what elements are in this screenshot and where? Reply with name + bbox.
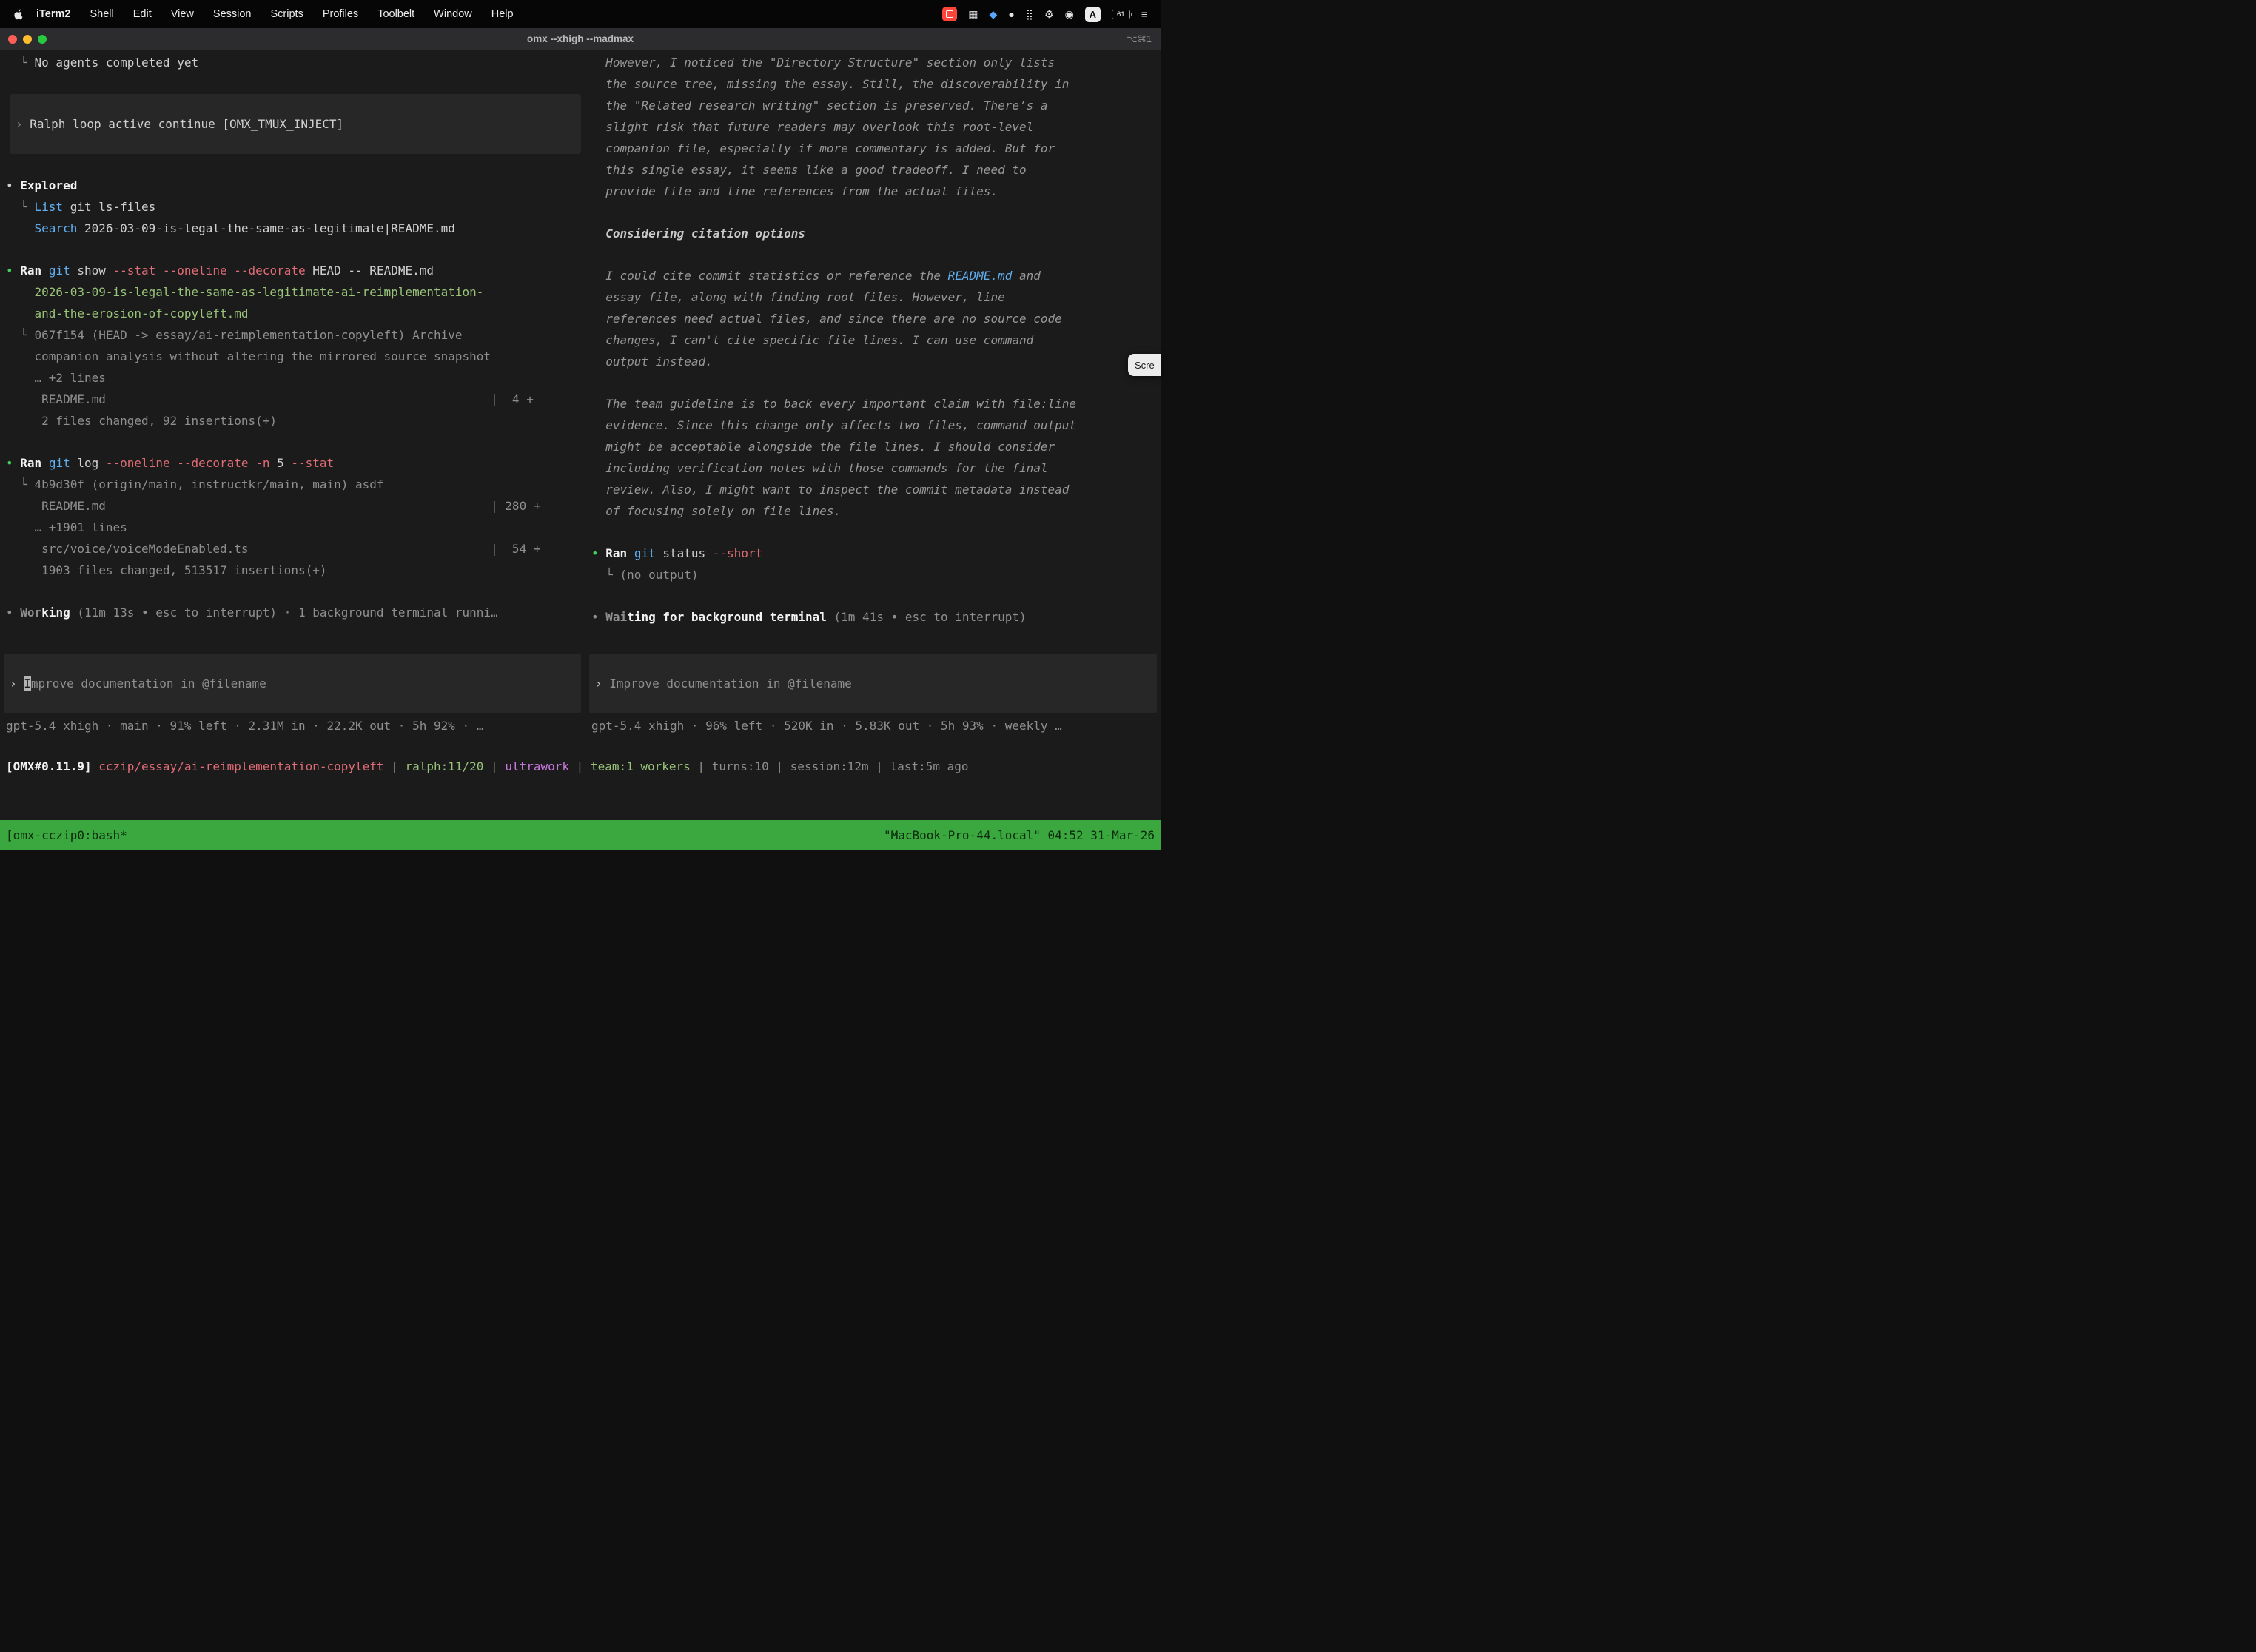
- omx-status-bar: [OMX#0.11.9] cczip/essay/ai-reimplementa…: [0, 745, 1161, 777]
- window-title-bar[interactable]: omx --xhigh --madmax ⌥⌘1: [0, 28, 1161, 50]
- tmux-session-window[interactable]: [omx-cczip0:bash*: [6, 828, 127, 842]
- tmux-host-and-time: "MacBook-Pro-44.local" 04:52 31-Mar-26: [884, 828, 1155, 842]
- menu-view[interactable]: View: [161, 8, 204, 20]
- menu-window[interactable]: Window: [424, 8, 482, 20]
- model-status-left: gpt-5.4 xhigh · main · 91% left · 2.31M …: [0, 713, 585, 745]
- right-pane-scrollback: However, I noticed the "Directory Struct…: [585, 50, 1161, 654]
- menu-toolbelt[interactable]: Toolbelt: [368, 8, 424, 20]
- menu-profiles[interactable]: Profiles: [313, 8, 368, 20]
- circle-app-icon[interactable]: ●: [1008, 8, 1014, 20]
- git-log-block: • Ran git log --oneline --decorate -n 5 …: [6, 452, 585, 581]
- zoom-button[interactable]: [38, 35, 47, 44]
- minimize-button[interactable]: [23, 35, 32, 44]
- window-shortcut-badge: ⌥⌘1: [1127, 33, 1161, 44]
- waiting-status-line: • Waiting for background terminal (1m 41…: [591, 606, 1161, 628]
- close-button[interactable]: [8, 35, 17, 44]
- traffic-lights: [0, 35, 47, 44]
- menu-edit[interactable]: Edit: [124, 8, 161, 20]
- working-status-line: • Working (11m 13s • esc to interrupt) ·…: [6, 602, 585, 623]
- menu-bar-status-icons: ▦ ◆ ● ⣿ ⚙ ◉ A 61 ≡: [942, 7, 1147, 22]
- reasoning-paragraph-1: However, I noticed the "Directory Struct…: [591, 52, 1161, 202]
- input-source-icon[interactable]: A: [1085, 7, 1101, 22]
- app-menus: iTerm2ShellEditViewSessionScriptsProfile…: [27, 8, 523, 20]
- reasoning-paragraph-2: I could cite commit statistics or refere…: [591, 265, 1161, 372]
- menu-extras-icon[interactable]: ≡: [1141, 8, 1147, 20]
- reasoning-paragraph-3: The team guideline is to back every impo…: [591, 393, 1161, 522]
- tmux-panes: └ No agents completed yet › Ralph loop a…: [0, 50, 1161, 745]
- apple-logo-icon: [13, 8, 24, 21]
- menu-bar: iTerm2ShellEditViewSessionScriptsProfile…: [0, 0, 1161, 28]
- screen-edge-tooltip[interactable]: Scre: [1128, 354, 1161, 376]
- git-show-block: • Ran git show --stat --oneline --decora…: [6, 260, 585, 432]
- reasoning-heading: Considering citation options: [591, 223, 1161, 244]
- tmux-status-bar: [omx-cczip0:bash* "MacBook-Pro-44.local"…: [0, 820, 1161, 850]
- gear-icon[interactable]: ⚙: [1044, 8, 1054, 21]
- ralph-loop-banner: › Ralph loop active continue [OMX_TMUX_I…: [10, 94, 581, 154]
- screen-recording-icon[interactable]: [942, 7, 957, 21]
- battery-icon[interactable]: 61: [1112, 10, 1130, 19]
- dots-grid-icon[interactable]: ⣿: [1026, 8, 1033, 21]
- target-icon[interactable]: ◉: [1065, 8, 1074, 21]
- left-pane-scrollback: └ No agents completed yet › Ralph loop a…: [0, 50, 585, 654]
- window-title: omx --xhigh --madmax: [0, 33, 1161, 44]
- prompt-input-right[interactable]: › Improve documentation in @filename: [589, 654, 1157, 713]
- menu-session[interactable]: Session: [204, 8, 261, 20]
- apple-menu[interactable]: [13, 8, 24, 21]
- right-pane[interactable]: However, I noticed the "Directory Struct…: [585, 50, 1161, 745]
- agents-status-line: └ No agents completed yet: [6, 52, 585, 73]
- grid-icon[interactable]: ▦: [968, 8, 978, 21]
- screen: iTerm2ShellEditViewSessionScriptsProfile…: [0, 0, 1161, 850]
- menu-help[interactable]: Help: [482, 8, 523, 20]
- menu-iterm2[interactable]: iTerm2: [27, 8, 80, 20]
- prompt-input-left[interactable]: › Improve documentation in @filename: [4, 654, 581, 713]
- model-status-right: gpt-5.4 xhigh · 96% left · 520K in · 5.8…: [585, 713, 1161, 745]
- explored-block: • Explored └ List git ls-files Search 20…: [6, 175, 585, 239]
- terminal: └ No agents completed yet › Ralph loop a…: [0, 50, 1161, 820]
- git-status-block: • Ran git status --short └ (no output): [591, 543, 1161, 585]
- left-pane[interactable]: └ No agents completed yet › Ralph loop a…: [0, 50, 585, 745]
- menu-shell[interactable]: Shell: [80, 8, 123, 20]
- menu-scripts[interactable]: Scripts: [261, 8, 313, 20]
- shield-icon[interactable]: ◆: [990, 8, 998, 21]
